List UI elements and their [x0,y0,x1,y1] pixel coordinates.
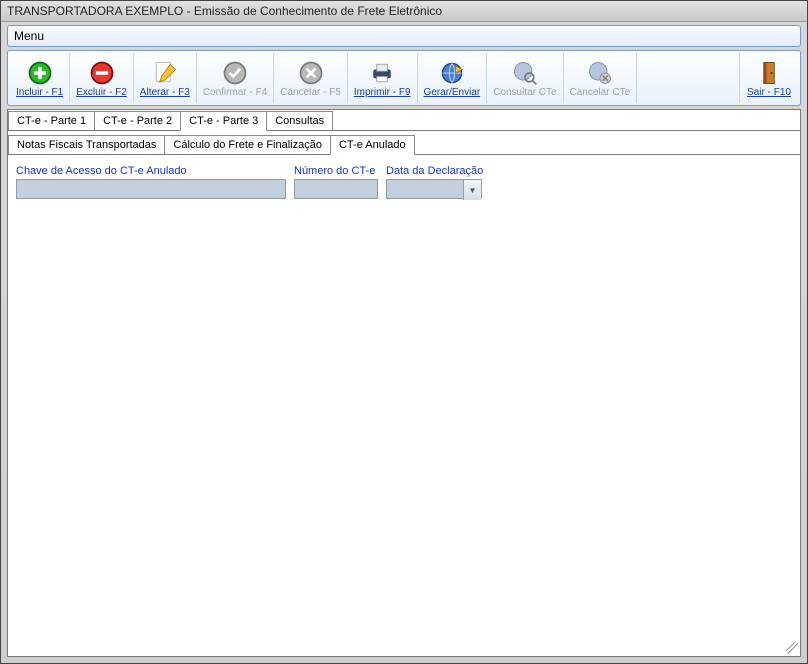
cancelar-cte-label: Cancelar CTe [570,87,631,98]
cancelar-cte-button: Cancelar CTe [564,53,638,103]
content-panel: Chave de Acesso do CT-e Anulado Número d… [7,155,801,657]
numero-cte-input[interactable] [294,179,378,199]
globe-send-icon [438,59,466,87]
globe-search-icon [511,59,539,87]
data-declaracao-input[interactable]: ▼ [386,179,482,199]
primary-tabs: CT-e - Parte 1 CT-e - Parte 2 CT-e - Par… [7,109,801,131]
cancelar-label: Cancelar - F5 [280,87,341,98]
toolbar: Incluir - F1 Excluir - F2 Alterar - F3 C… [7,50,801,106]
resize-grip-icon[interactable] [786,642,798,654]
sair-label: Sair - F10 [747,87,791,98]
chave-acesso-label: Chave de Acesso do CT-e Anulado [16,165,286,177]
globe-cancel-icon [586,59,614,87]
incluir-button[interactable]: Incluir - F1 [10,53,70,103]
gerar-label: Gerar/Enviar [424,87,481,98]
imprimir-button[interactable]: Imprimir - F9 [348,53,418,103]
menu-item-menu[interactable]: Menu [14,29,44,43]
check-circle-icon [221,59,249,87]
chevron-down-icon[interactable]: ▼ [463,180,481,200]
minus-circle-icon [88,59,116,87]
toolbar-spacer [637,53,740,103]
data-declaracao-label: Data da Declaração [386,165,483,177]
incluir-label: Incluir - F1 [16,87,63,98]
tab-calculo-frete[interactable]: Cálculo do Frete e Finalização [164,135,331,154]
confirmar-label: Confirmar - F4 [203,87,267,98]
tab-cte-parte-2[interactable]: CT-e - Parte 2 [94,111,181,130]
window-title: TRANSPORTADORA EXEMPLO - Emissão de Conh… [1,1,807,22]
secondary-tabs: Notas Fiscais Transportadas Cálculo do F… [7,131,801,155]
consultar-cte-button: Consultar CTe [487,53,563,103]
door-exit-icon [755,59,783,87]
confirmar-button: Confirmar - F4 [197,53,274,103]
tab-cte-parte-1[interactable]: CT-e - Parte 1 [8,111,95,130]
alterar-button[interactable]: Alterar - F3 [134,53,197,103]
numero-cte-label: Número do CT-e [294,165,378,177]
tab-cte-parte-3[interactable]: CT-e - Parte 3 [180,111,267,131]
cancelar-button: Cancelar - F5 [274,53,348,103]
x-circle-icon [297,59,325,87]
gerar-enviar-button[interactable]: Gerar/Enviar [418,53,488,103]
printer-icon [368,59,396,87]
excluir-button[interactable]: Excluir - F2 [70,53,134,103]
sair-button[interactable]: Sair - F10 [740,53,798,103]
chave-acesso-input[interactable] [16,179,286,199]
imprimir-label: Imprimir - F9 [354,87,411,98]
tab-notas-fiscais[interactable]: Notas Fiscais Transportadas [8,135,165,154]
plus-circle-icon [26,59,54,87]
app-window: TRANSPORTADORA EXEMPLO - Emissão de Conh… [0,0,808,664]
consultar-label: Consultar CTe [493,87,556,98]
edit-document-icon [151,59,179,87]
menu-bar[interactable]: Menu [7,25,801,47]
alterar-label: Alterar - F3 [140,87,190,98]
tab-cte-anulado[interactable]: CT-e Anulado [330,135,415,155]
tab-consultas[interactable]: Consultas [266,111,333,130]
excluir-label: Excluir - F2 [76,87,127,98]
